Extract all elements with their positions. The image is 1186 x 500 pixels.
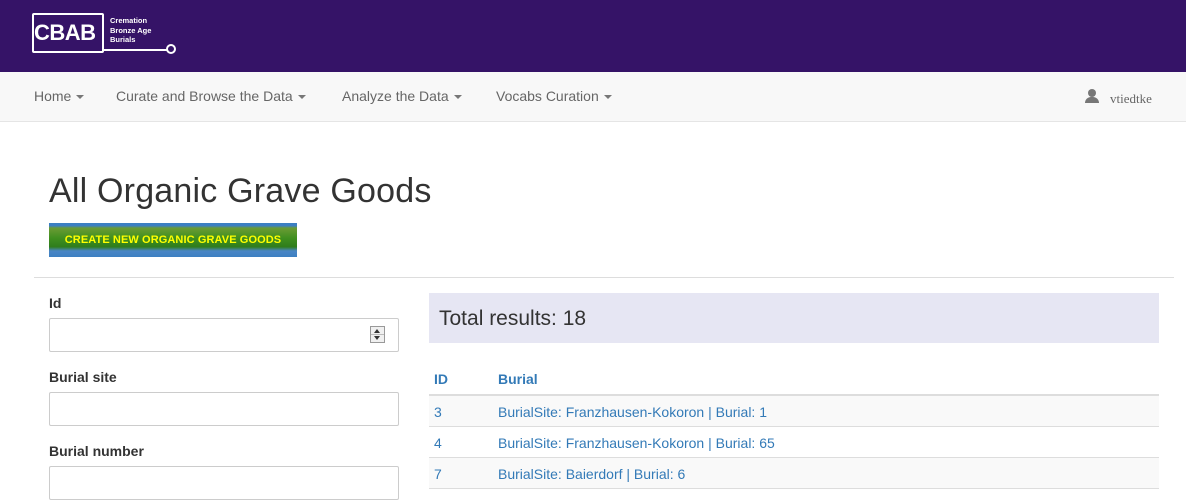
- row-burial-link[interactable]: BurialSite: Franzhausen-Kokoron | Burial…: [498, 435, 775, 451]
- burial-site-filter-input[interactable]: [49, 392, 399, 426]
- caret-down-icon: [603, 95, 612, 100]
- nav-home-dropdown[interactable]: Home: [34, 88, 85, 104]
- row-id-link[interactable]: 7: [434, 466, 442, 482]
- nav-curate-dropdown[interactable]: Curate and Browse the Data: [116, 88, 306, 104]
- nav-curate-label: Curate and Browse the Data: [116, 88, 293, 104]
- nav-analyze-dropdown[interactable]: Analyze the Data: [342, 88, 462, 104]
- burial-number-filter-input[interactable]: [49, 466, 399, 500]
- nav-vocabs-label: Vocabs Curation: [496, 88, 599, 104]
- row-id-link[interactable]: 4: [434, 435, 442, 451]
- create-button-label: CREATE NEW ORGANIC GRAVE GOODS: [64, 234, 282, 246]
- burial-site-filter-label: Burial site: [49, 369, 117, 385]
- main-navbar: Home Curate and Browse the Data Analyze …: [0, 72, 1186, 122]
- row-burial-link[interactable]: BurialSite: Franzhausen-Kokoron | Burial…: [498, 404, 767, 420]
- number-spinner[interactable]: [370, 326, 385, 343]
- caret-down-icon: [453, 95, 462, 100]
- table-row: 4 BurialSite: Franzhausen-Kokoron | Buri…: [429, 427, 1159, 458]
- spinner-down-icon: [374, 336, 380, 340]
- nav-analyze-label: Analyze the Data: [342, 88, 449, 104]
- burial-number-filter-label: Burial number: [49, 443, 144, 459]
- column-header-id[interactable]: ID: [434, 371, 448, 387]
- create-organic-grave-goods-button[interactable]: CREATE NEW ORGANIC GRAVE GOODS: [49, 223, 297, 257]
- spinner-divider: [371, 334, 384, 335]
- logo-line-1: Cremation: [110, 16, 148, 25]
- divider: [34, 277, 1174, 278]
- site-banner: CBAB Cremation Bronze Age Burials: [0, 0, 1186, 72]
- user-icon: [1085, 89, 1099, 103]
- logo-abbreviation: CBAB: [34, 20, 96, 45]
- row-burial-link[interactable]: BurialSite: Baierdorf | Burial: 6: [498, 466, 685, 482]
- table-row: 3 BurialSite: Franzhausen-Kokoron | Buri…: [429, 396, 1159, 427]
- results-summary: Total results: 18: [429, 293, 1159, 343]
- cbab-logo[interactable]: CBAB Cremation Bronze Age Burials: [32, 13, 182, 59]
- id-filter-input[interactable]: [49, 318, 399, 352]
- nav-home-label: Home: [34, 88, 72, 104]
- total-results-text: Total results: 18: [439, 307, 587, 330]
- id-filter-label: Id: [49, 295, 62, 311]
- logo-line-2: Bronze Age: [110, 25, 152, 35]
- row-id-link[interactable]: 3: [434, 404, 442, 420]
- logo-line-3: Burials: [110, 35, 136, 44]
- logo-subtitle: Cremation Bronze Age Burials: [110, 16, 151, 45]
- nav-vocabs-dropdown[interactable]: Vocabs Curation: [496, 88, 612, 104]
- caret-down-icon: [297, 95, 306, 100]
- page-title: All Organic Grave Goods: [49, 172, 432, 210]
- logo-underline: [102, 49, 170, 51]
- logo-dot: [166, 44, 176, 54]
- user-menu[interactable]: vtiedtke: [1085, 88, 1152, 107]
- column-header-burial[interactable]: Burial: [498, 371, 538, 387]
- spinner-up-icon: [374, 329, 380, 333]
- username: vtiedtke: [1110, 91, 1152, 106]
- caret-down-icon: [76, 95, 85, 100]
